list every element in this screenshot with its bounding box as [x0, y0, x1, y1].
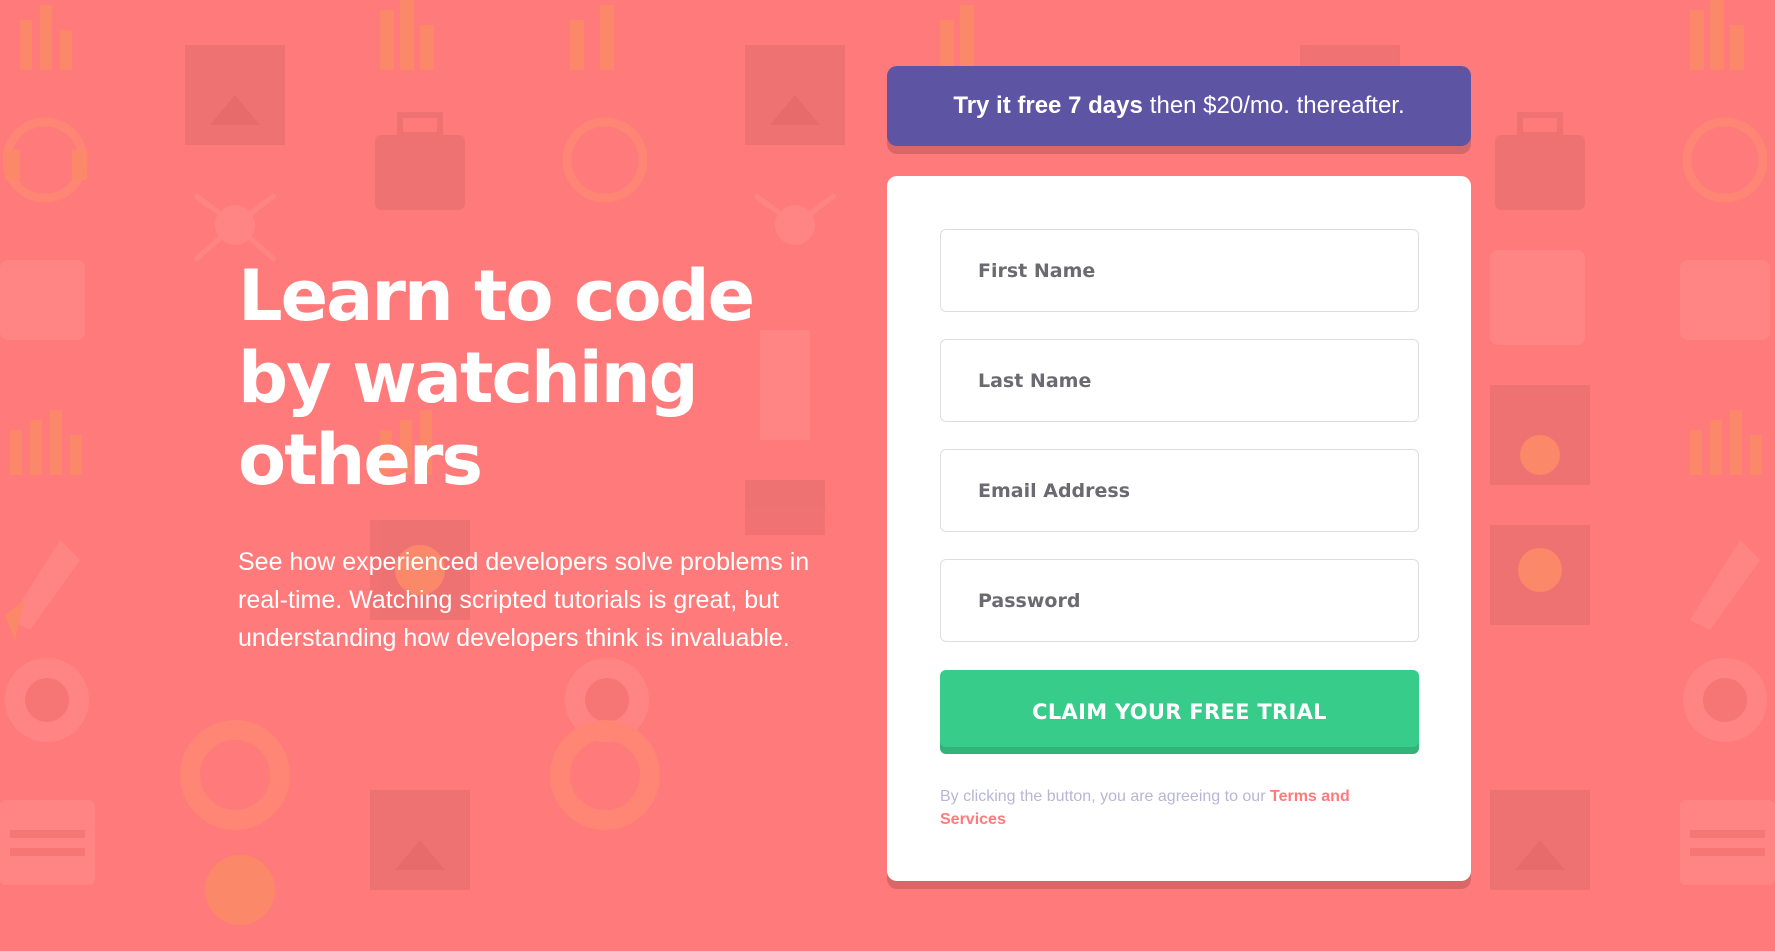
terms-notice: By clicking the button, you are agreeing…	[940, 785, 1390, 831]
promo-banner: Try it free 7 days then $20/mo. thereaft…	[887, 66, 1471, 146]
signup-form: CLAIM YOUR FREE TRIAL By clicking the bu…	[887, 176, 1471, 881]
hero-title: Learn to code by watching others	[238, 255, 755, 501]
promo-highlight: Try it free 7 days	[953, 92, 1143, 119]
hero-description: See how experienced developers solve pro…	[238, 548, 810, 652]
password-input[interactable]	[940, 559, 1419, 642]
claim-free-trial-button[interactable]: CLAIM YOUR FREE TRIAL	[940, 670, 1419, 754]
first-name-input[interactable]	[940, 229, 1419, 312]
terms-text: By clicking the button, you are agreeing…	[940, 788, 1266, 805]
promo-rest: then $20/mo. thereafter.	[1149, 92, 1405, 119]
email-input[interactable]	[940, 449, 1419, 532]
page-content: Learn to code by watching others See how…	[0, 0, 1775, 951]
last-name-input[interactable]	[940, 339, 1419, 422]
